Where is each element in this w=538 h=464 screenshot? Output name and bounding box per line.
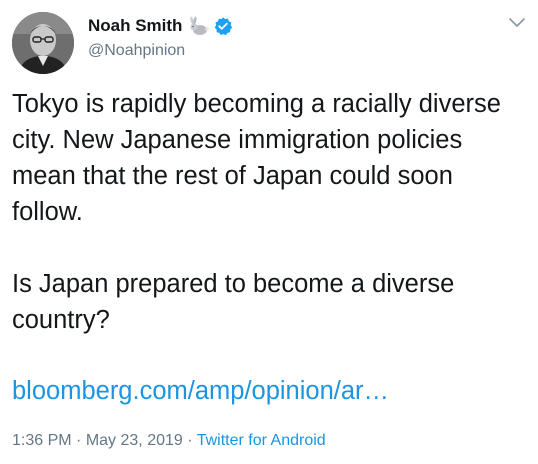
rabbit-icon [190,16,210,35]
meta-separator: · [76,432,82,449]
tweet-link[interactable]: bloomberg.com/amp/opinion/ar… [12,373,389,409]
chevron-down-icon[interactable] [508,16,526,30]
meta-separator: · [187,432,193,449]
author-display-name[interactable]: Noah Smith [88,14,182,38]
tweet-paragraph: Is Japan prepared to become a diverse co… [12,270,455,334]
tweet-paragraph: Tokyo is rapidly becoming a racially div… [12,90,501,226]
avatar-portrait-icon [12,12,74,74]
tweet-time[interactable]: 1:36 PM [12,432,72,449]
tweet-source[interactable]: Twitter for Android [197,432,326,449]
avatar[interactable] [12,12,74,74]
author-name-row: Noah Smith [88,14,233,38]
author-handle[interactable]: @Noahpinion [88,40,185,62]
tweet-text: Tokyo is rapidly becoming a racially div… [12,86,527,338]
tweet-metadata: 1:36 PM · May 23, 2019 · Twitter for And… [12,430,326,452]
tweet-date[interactable]: May 23, 2019 [86,432,183,449]
tweet-card: Noah Smith @Noahpinion Tokyo is rapidly … [0,0,538,464]
verified-badge-icon [215,17,233,36]
